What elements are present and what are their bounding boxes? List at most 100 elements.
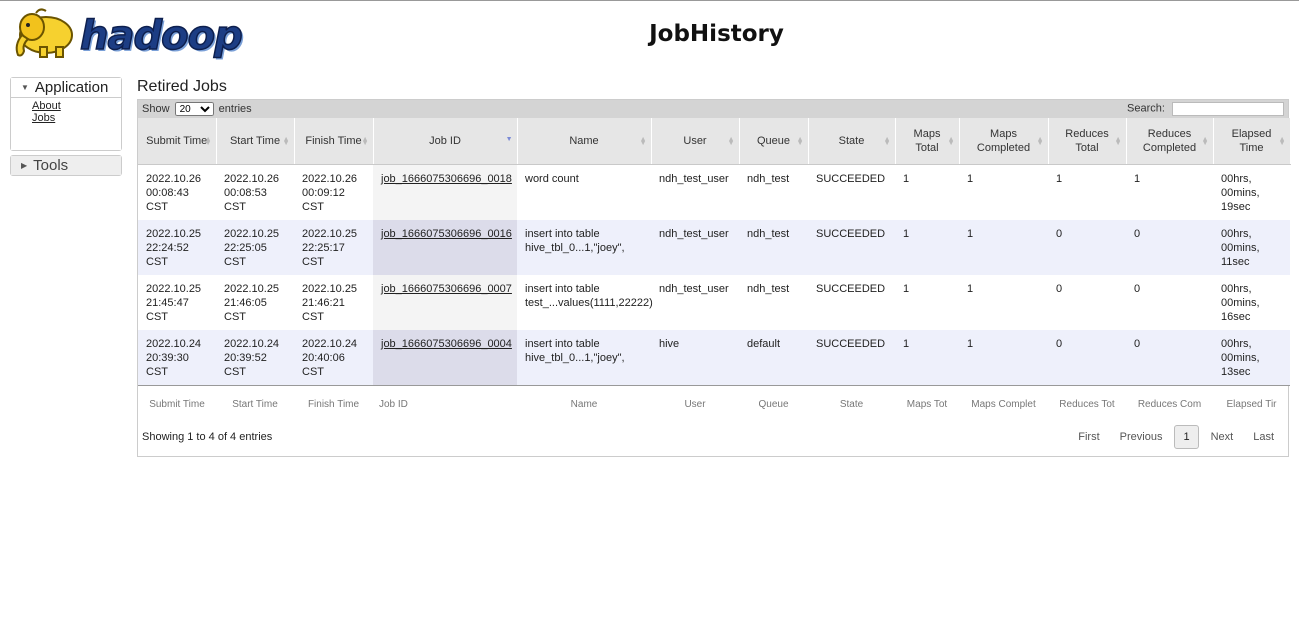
table-toolbar: Show 102050100 entries Search: xyxy=(138,100,1288,118)
search-label: Search: xyxy=(1127,102,1165,115)
column-header-label: Reduces Total xyxy=(1065,128,1109,154)
table-cell: 1 xyxy=(959,220,1048,275)
table-cell: ndh_test_user xyxy=(651,164,739,220)
table-row: 2022.10.26 00:08:43 CST 2022.10.26 00:08:… xyxy=(138,164,1290,220)
sort-arrows-icon: ▲ ▼ xyxy=(947,136,955,147)
table-cell: ndh_test_user xyxy=(651,220,739,275)
application-menu: ▼ Application About Jobs xyxy=(10,77,122,151)
column-footer-label: User xyxy=(651,385,739,422)
tools-menu-label: Tools xyxy=(33,157,69,174)
table-cell: job_1666075306696_0016 xyxy=(373,220,517,275)
sort-arrows-icon: ▲ ▼ xyxy=(1201,136,1209,147)
search-input[interactable] xyxy=(1172,102,1284,116)
table-cell: 2022.10.25 21:46:05 CST xyxy=(216,275,294,330)
table-cell: ndh_test xyxy=(739,220,808,275)
column-footer-label: Start Time xyxy=(216,385,294,422)
column-header[interactable]: Reduces Total ▲ ▼ xyxy=(1048,118,1127,165)
table-cell: SUCCEEDED xyxy=(808,220,895,275)
entries-label: entries xyxy=(218,103,252,115)
table-header-row: Submit Time ▲ ▼ Start Time ▲ ▼ Finish Time ▲ ▼ Jo… xyxy=(138,118,1291,165)
column-header[interactable]: Maps Completed ▲ ▼ xyxy=(959,118,1049,165)
sort-arrows-icon: ▲ ▼ xyxy=(361,136,369,147)
table-cell: 1 xyxy=(959,164,1048,220)
table-cell: 00hrs, 00mins, 19sec xyxy=(1213,164,1290,220)
column-footer-label: Queue xyxy=(739,385,808,422)
main-content: Retired Jobs Show 102050100 entries Sear… xyxy=(137,77,1291,457)
table-cell: 1 xyxy=(959,330,1048,386)
column-header[interactable]: Start Time ▲ ▼ xyxy=(216,118,295,165)
column-footer-label: Reduces Com xyxy=(1126,385,1213,422)
section-title: Retired Jobs xyxy=(137,78,227,95)
table-cell: SUCCEEDED xyxy=(808,275,895,330)
column-footer-label: Elapsed Tir xyxy=(1213,385,1290,422)
table-cell: SUCCEEDED xyxy=(808,330,895,386)
column-header[interactable]: Finish Time ▲ ▼ xyxy=(294,118,374,165)
table-cell: ndh_test xyxy=(739,164,808,220)
pager-previous[interactable]: Previous xyxy=(1110,431,1173,443)
triangle-right-icon: ▶ xyxy=(21,161,28,170)
sort-arrows-icon: ▼ xyxy=(505,136,513,143)
column-header-label: Queue xyxy=(756,135,791,147)
page-length-select[interactable]: 102050100 xyxy=(174,102,214,116)
column-footer-label: Name xyxy=(517,385,651,422)
pager-current-page[interactable]: 1 xyxy=(1174,425,1199,449)
sort-arrows-icon: ▲ ▼ xyxy=(639,136,647,147)
job-id-link[interactable]: job_1666075306696_0007 xyxy=(381,283,512,295)
table-cell: 0 xyxy=(1126,275,1213,330)
column-header-label: Submit Time xyxy=(146,135,208,147)
column-header[interactable]: Name ▲ ▼ xyxy=(517,118,652,165)
pager-next[interactable]: Next xyxy=(1201,431,1244,443)
application-menu-header[interactable]: ▼ Application xyxy=(11,78,121,98)
table-cell: 2022.10.24 20:39:30 CST xyxy=(138,330,216,386)
job-id-link[interactable]: job_1666075306696_0016 xyxy=(381,228,512,240)
table-cell: hive xyxy=(651,330,739,386)
column-header-label: Reduces Completed xyxy=(1142,128,1197,154)
tools-menu: ▶ Tools xyxy=(10,155,122,176)
table-cell: 0 xyxy=(1048,220,1126,275)
column-header[interactable]: Queue ▲ ▼ xyxy=(739,118,809,165)
column-footer-label: Finish Time xyxy=(294,385,373,422)
column-footer-label: Maps Tot xyxy=(895,385,959,422)
sort-arrows-icon: ▲ ▼ xyxy=(727,136,735,147)
table-cell: 2022.10.24 20:39:52 CST xyxy=(216,330,294,386)
job-id-link[interactable]: job_1666075306696_0004 xyxy=(381,338,512,350)
pager-first[interactable]: First xyxy=(1068,431,1109,443)
table-cell: insert into table hive_tbl_0...1,"joey", xyxy=(517,330,651,386)
table-cell: 2022.10.25 22:24:52 CST xyxy=(138,220,216,275)
column-footer-label: Maps Complet xyxy=(959,385,1048,422)
table-cell: 1 xyxy=(895,164,959,220)
column-header[interactable]: Reduces Completed ▲ ▼ xyxy=(1126,118,1214,165)
column-header[interactable]: Submit Time ▲ ▼ xyxy=(138,118,217,165)
table-cell: SUCCEEDED xyxy=(808,164,895,220)
show-label: Show xyxy=(142,103,170,115)
column-header-label: Finish Time xyxy=(305,135,362,147)
column-header-label: Elapsed Time xyxy=(1231,128,1272,154)
column-header[interactable]: Job ID ▼ xyxy=(373,118,518,165)
column-header[interactable]: Maps Total ▲ ▼ xyxy=(895,118,960,165)
job-id-link[interactable]: job_1666075306696_0018 xyxy=(381,173,512,185)
pager-last[interactable]: Last xyxy=(1243,431,1284,443)
jobs-link[interactable]: Jobs xyxy=(32,112,121,124)
column-header-label: User xyxy=(683,135,707,147)
application-links: About Jobs xyxy=(11,98,121,150)
table-cell: 0 xyxy=(1126,330,1213,386)
table-cell: default xyxy=(739,330,808,386)
sidebar: ▼ Application About Jobs ▶ Tools xyxy=(10,77,122,180)
column-header[interactable]: User ▲ ▼ xyxy=(651,118,740,165)
tools-menu-header[interactable]: ▶ Tools xyxy=(11,156,121,175)
about-link[interactable]: About xyxy=(32,100,121,112)
sort-arrows-icon: ▲ ▼ xyxy=(883,136,891,147)
table-footer: Showing 1 to 4 of 4 entries First Previo… xyxy=(138,422,1288,456)
table-cell: 1 xyxy=(1126,164,1213,220)
column-header[interactable]: Elapsed Time ▲ ▼ xyxy=(1213,118,1291,165)
table-cell: 00hrs, 00mins, 16sec xyxy=(1213,275,1290,330)
pagination: First Previous 1 Next Last xyxy=(1068,425,1284,449)
triangle-down-icon: ▼ xyxy=(21,83,29,92)
column-footer-label: Submit Time xyxy=(138,385,216,422)
column-header[interactable]: State ▲ ▼ xyxy=(808,118,896,165)
table-cell: 2022.10.25 22:25:17 CST xyxy=(294,220,373,275)
sort-arrows-icon: ▲ ▼ xyxy=(796,136,804,147)
table-cell: 0 xyxy=(1126,220,1213,275)
jobs-table: Submit Time ▲ ▼ Start Time ▲ ▼ Finish Time ▲ ▼ Jo… xyxy=(138,118,1291,422)
column-header-label: Start Time xyxy=(229,135,281,147)
